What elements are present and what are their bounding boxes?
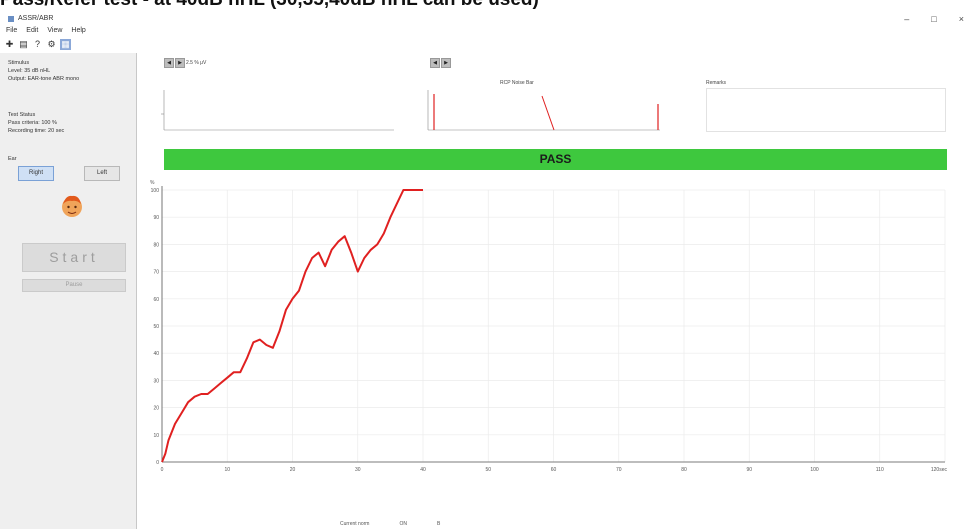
help-icon[interactable]: ? [32,39,43,50]
y-tick-label: 60 [153,297,159,303]
right-scale-controls: ◀ ▶ [430,58,451,68]
menu-view[interactable]: View [47,27,62,37]
y-tick-label: 30 [153,378,159,384]
toolbar: ✚ ▤ ? ⚙ ▦ [4,38,71,51]
y-tick-label: 50 [153,324,159,330]
x-tick-label: 70 [616,467,622,472]
stimulus-level: Level: 35 dB nHL [8,68,51,74]
pause-button[interactable]: Pause [22,279,126,292]
x-tick-label: 40 [420,467,426,472]
x-axis-end-label: 120sec [931,467,948,472]
settings-icon[interactable]: ⚙ [46,39,57,50]
x-tick-label: 50 [485,467,491,472]
left-scale-controls: ◀ ▶ [164,58,185,68]
print-icon[interactable]: ▤ [18,39,29,50]
noise-scale-down-button[interactable]: ◀ [430,58,440,68]
y-tick-label: 40 [153,351,159,357]
start-button[interactable]: Start [22,243,126,272]
recording-time: Recording time: 20 sec [8,128,65,134]
menu-bar: File Edit View Help [0,27,86,37]
pass-percentage-chart: 0 10 20 30 40 50 60 70 80 90 100 110 0 10 20 30 40 50 60 70… [150,180,948,472]
test-status-title: Test Status [8,112,36,118]
noise-scale-up-button[interactable]: ▶ [441,58,451,68]
stimulus-section: Stimulus Level: 35 dB nHL Output: EAR-to… [8,59,79,83]
new-icon[interactable]: ✚ [4,39,15,50]
y-tick-label: 10 [153,433,159,439]
x-tick-label: 10 [224,467,230,472]
close-button[interactable]: × [959,14,964,24]
menu-edit[interactable]: Edit [26,27,38,37]
remarks-label: Remarks [706,80,727,86]
status-norm-label: Current norm [340,521,370,527]
right-ear-button[interactable]: Right [18,166,54,181]
status-bar: Current norm ON B [340,521,440,527]
pass-result-bar: PASS [164,149,947,170]
remarks-box[interactable] [706,88,946,132]
x-tick-label: 30 [355,467,361,472]
menu-file[interactable]: File [6,27,17,37]
scale-readout: 2.5 % μV [186,60,207,66]
minimize-button[interactable]: – [904,14,909,24]
y-axis-top-label: % [150,180,155,186]
scale-up-button[interactable]: ▶ [175,58,185,68]
x-tick-label: 100 [810,467,819,472]
menu-help[interactable]: Help [71,27,85,37]
status-value-2: B [436,521,441,527]
y-tick-label: 80 [153,242,159,248]
x-tick-label: 60 [551,467,557,472]
y-tick-label: 90 [153,215,159,221]
test-status-section: Test Status Pass criteria: 100 % Recordi… [8,111,64,135]
ear-title: Ear [8,156,17,162]
chart-icon[interactable]: ▦ [60,39,71,50]
x-tick-label: 0 [161,467,164,472]
status-value-1: ON [399,521,407,527]
y-tick-label: 0 [156,460,159,466]
x-tick-label: 110 [876,467,884,472]
x-tick-label: 90 [746,467,752,472]
x-tick-label: 80 [681,467,687,472]
scale-down-button[interactable]: ◀ [164,58,174,68]
y-tick-label: 20 [153,406,159,412]
app-icon [8,15,14,22]
window-titlebar: ASSR/ABR – □ × [0,12,972,26]
stimulus-output: Output: EAR-tone ABR mono [8,76,80,82]
left-ear-button[interactable]: Left [84,166,120,181]
response-waveform-panel [158,86,398,134]
y-tick-label: 70 [153,270,159,276]
left-panel: Stimulus Level: 35 dB nHL Output: EAR-to… [0,53,137,529]
child-face-icon [62,195,82,217]
window-title: ASSR/ABR [18,15,54,22]
noise-bar-panel [424,86,666,134]
y-tick-label: 100 [151,188,160,194]
maximize-button[interactable]: □ [931,14,936,24]
pass-criteria: Pass criteria: 100 % [8,120,57,126]
stimulus-title: Stimulus [8,60,30,66]
x-tick-label: 20 [290,467,296,472]
